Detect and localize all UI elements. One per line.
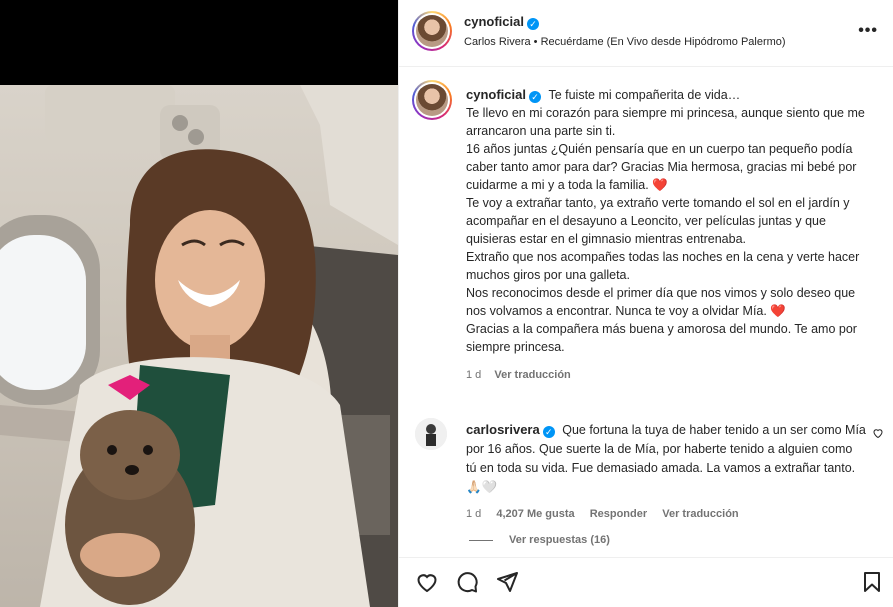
caption-line: Te fuiste mi compañerita de vida… [548, 88, 741, 102]
post-action-bar [399, 557, 893, 607]
verified-badge-icon: ✓ [528, 91, 541, 103]
replies-divider [469, 539, 493, 541]
comment-meta: 1 d 4,207 Me gusta Responder Ver traducc… [466, 505, 866, 524]
author-username[interactable]: cynoficial [464, 14, 524, 29]
caption-line: 16 años juntas ¿Quién pensaría que en un… [466, 142, 857, 192]
comment-likes[interactable]: 4,207 Me gusta [496, 508, 574, 520]
caption-avatar[interactable] [412, 80, 452, 120]
comment-item: carlosrivera ✓ Que fortuna la tuya de hab… [466, 420, 866, 524]
photo-illustration [0, 85, 398, 607]
bookmark-icon[interactable] [860, 570, 884, 594]
comment-icon[interactable] [455, 570, 479, 594]
view-replies-button[interactable]: Ver respuestas (16) [469, 534, 610, 546]
heart-icon[interactable] [415, 570, 439, 594]
caption-time[interactable]: 1 d [466, 369, 481, 381]
caption-meta: 1 d Ver traducción [466, 366, 876, 384]
post-media [0, 0, 398, 607]
caption-line: Te voy a extrañar tanto, ya extraño vert… [466, 196, 850, 246]
comment-time[interactable]: 1 d [466, 508, 481, 520]
commenter-avatar[interactable] [415, 418, 447, 450]
verified-badge-icon: ✓ [542, 426, 555, 438]
caption-line: Te llevo en mi corazón para siempre mi p… [466, 106, 865, 138]
caption-line: Extraño que nos acompañes todas las noch… [466, 250, 860, 282]
comment-translate-link[interactable]: Ver traducción [662, 508, 738, 520]
post-header: cynoficial ✓ Carlos Rivera • Recuérdame (… [399, 0, 893, 67]
commenter-username[interactable]: carlosrivera [466, 422, 540, 437]
author-avatar[interactable] [412, 11, 452, 51]
commenter-avatar-image [415, 418, 447, 450]
more-options-icon[interactable]: ••• [858, 22, 878, 40]
post-caption: cynoficial ✓ Te fuiste mi compañerita de … [466, 86, 876, 384]
audio-attribution[interactable]: Carlos Rivera • Recuérdame (En Vivo desd… [464, 36, 786, 48]
author-info: cynoficial ✓ Carlos Rivera • Recuérdame (… [464, 14, 786, 48]
caption-translate-link[interactable]: Ver traducción [494, 369, 570, 381]
caption-line: Gracias a la compañera más buena y amoro… [466, 322, 857, 354]
comment-like-heart-icon[interactable] [872, 427, 884, 439]
post-details-panel: cynoficial ✓ Carlos Rivera • Recuérdame (… [398, 0, 893, 607]
caption-line: Nos reconocimos desde el primer día que … [466, 286, 856, 318]
caption-username[interactable]: cynoficial [466, 87, 526, 102]
view-replies-label: Ver respuestas (16) [509, 534, 610, 546]
reply-button[interactable]: Responder [590, 508, 647, 520]
share-icon[interactable] [495, 570, 519, 594]
post-photo[interactable] [0, 85, 398, 607]
verified-badge-icon: ✓ [526, 18, 539, 30]
